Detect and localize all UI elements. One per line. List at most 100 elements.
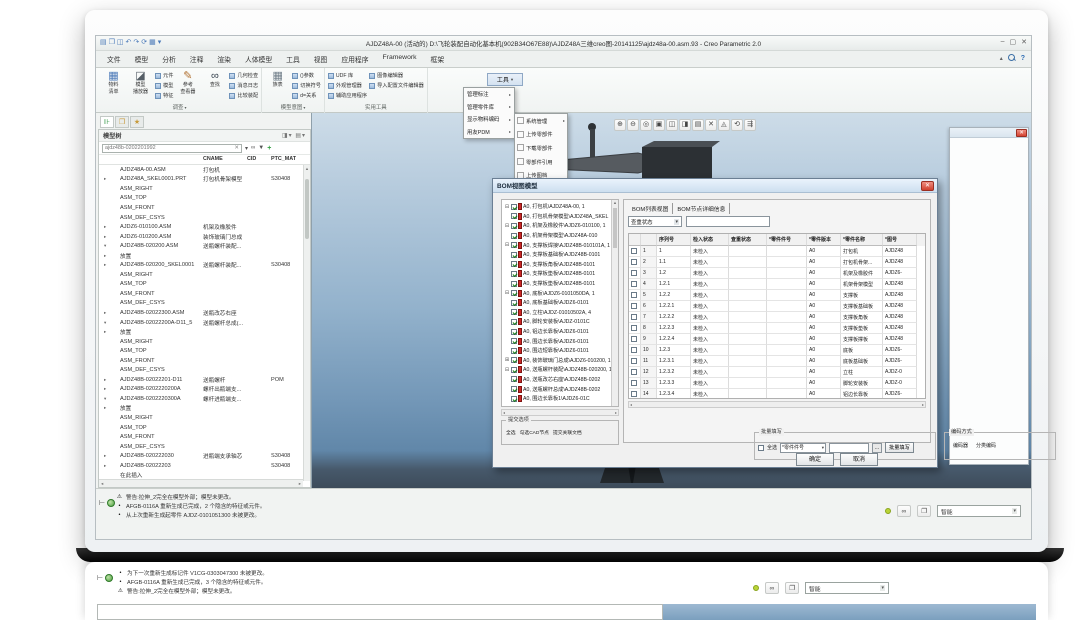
ribbon-tab[interactable]: 模型 bbox=[128, 52, 156, 67]
row-checkbox[interactable] bbox=[631, 347, 637, 353]
ribbon-item[interactable]: 外观管理器 bbox=[328, 81, 367, 90]
bom-table-row[interactable]: 13 1.2.3.3 未检入 A0 脚轮安装板 AJDZ-0 bbox=[629, 378, 925, 389]
ribbon-item[interactable]: d=关系 bbox=[292, 91, 321, 100]
batch-field-select[interactable]: *零件件号 bbox=[780, 443, 826, 453]
bom-tree-row[interactable]: A0, 围边长靠板\AJDZ6-0101 bbox=[503, 336, 611, 346]
bom-tree-row[interactable]: A0, 支撑板垫板\AJDZ48B-0101 bbox=[503, 279, 611, 289]
bom-tree-row[interactable]: ⊟ A0, 支撑板焊接\AJDZ48B-010101A, 1 bbox=[503, 240, 611, 250]
node-checkbox[interactable] bbox=[511, 290, 517, 296]
expand-icon[interactable]: ⊟ bbox=[504, 223, 510, 229]
graphics-tool-icon[interactable]: ⟲ bbox=[731, 119, 743, 131]
node-checkbox[interactable] bbox=[511, 281, 517, 287]
add-column-icon[interactable]: + bbox=[267, 145, 271, 152]
bom-tree-row[interactable]: A0, 送瓶改芯右座\AJDZ48B-0202 bbox=[503, 375, 611, 385]
expand-icon[interactable]: ⊟ bbox=[504, 367, 510, 373]
node-checkbox[interactable] bbox=[511, 300, 517, 306]
node-checkbox[interactable] bbox=[511, 223, 517, 229]
ribbon-item[interactable]: 几何检查 bbox=[229, 71, 258, 80]
row-checkbox[interactable] bbox=[631, 314, 637, 320]
command-search-icon[interactable] bbox=[1008, 54, 1016, 62]
node-checkbox[interactable] bbox=[511, 204, 517, 210]
close-icon[interactable]: ✕ bbox=[1021, 38, 1027, 46]
model-tree-tab-icon[interactable]: ⊪ bbox=[100, 116, 114, 128]
tree-row[interactable]: ▸ AJDZ6-010100.ASM 机架及橡胶件 bbox=[99, 222, 303, 232]
tree-row[interactable]: ▸ 放置 bbox=[99, 251, 303, 261]
help-icon[interactable]: ? bbox=[1021, 55, 1025, 62]
node-checkbox[interactable] bbox=[511, 309, 517, 315]
graphics-tool-icon[interactable]: ◎ bbox=[640, 119, 652, 131]
menu-item[interactable]: 管理标注 ▸ bbox=[464, 88, 514, 101]
bom-table-row[interactable]: 6 1.2.2.1 未检入 A0 支撑板基础板 AJDZ48 bbox=[629, 301, 925, 312]
menu-item[interactable]: 用友PDM ▸ bbox=[464, 126, 514, 139]
menu-item[interactable]: 显示物料编码 ▸ bbox=[464, 113, 514, 126]
ribbon-tab[interactable]: 框架 bbox=[424, 52, 452, 67]
row-checkbox[interactable] bbox=[631, 303, 637, 309]
bom-tree-hscrollbar[interactable]: ◂▸ bbox=[501, 409, 619, 416]
ribbon-tab[interactable]: 渲染 bbox=[210, 52, 238, 67]
message-input-strip[interactable] bbox=[97, 604, 663, 620]
bom-table-row[interactable]: 1 1 未检入 A0 打包机 AJDZ48 bbox=[629, 246, 925, 257]
graphics-tool-icon[interactable]: ◨ bbox=[679, 119, 691, 131]
graphics-tool-icon[interactable]: ◬ bbox=[718, 119, 730, 131]
row-checkbox[interactable] bbox=[631, 391, 637, 397]
tree-row[interactable]: ASM_FRONT bbox=[99, 203, 303, 213]
tree-row[interactable]: ▸ 放置 bbox=[99, 404, 303, 414]
expand-icon[interactable]: ▸ bbox=[104, 234, 109, 240]
node-checkbox[interactable] bbox=[511, 357, 517, 363]
ribbon-tab[interactable]: 应用程序 bbox=[334, 52, 375, 67]
expand-icon[interactable]: ▸ bbox=[104, 329, 109, 335]
tree-row[interactable]: ASM_FRONT bbox=[99, 356, 303, 366]
dialog-close-icon[interactable]: ✕ bbox=[921, 181, 934, 191]
tree-row[interactable]: ▸ AJDZ48A_SKEL0001.PRT 打包机骨架模型 S30408 bbox=[99, 175, 303, 185]
node-checkbox[interactable] bbox=[511, 213, 517, 219]
node-checkbox[interactable] bbox=[511, 261, 517, 267]
node-checkbox[interactable] bbox=[511, 329, 517, 335]
tree-row[interactable]: ASM_FRONT bbox=[99, 432, 303, 442]
tree-vertical-scrollbar[interactable]: ▲ bbox=[303, 165, 310, 481]
bom-tree-row[interactable]: A0, 打包机骨架模型\AJDZ48A_SKEL bbox=[503, 212, 611, 222]
dialog-titlebar[interactable]: BOM视图模型 ✕ bbox=[493, 179, 937, 193]
ribbon-item[interactable]: 辅助应用程序 bbox=[328, 91, 367, 100]
col-part-name[interactable]: *零件名称 bbox=[841, 234, 883, 246]
batch-fill-button[interactable]: 批量填写 bbox=[885, 442, 914, 453]
tree-row[interactable]: ASM_RIGHT bbox=[99, 413, 303, 423]
tree-row[interactable]: ▾ AJDZ48B-020200.ASM 送瓶螺杆装配... bbox=[99, 241, 303, 251]
ribbon-item[interactable]: 特征 bbox=[155, 91, 173, 100]
tree-settings-icons[interactable]: ◨▾ ▤▾ bbox=[282, 132, 306, 139]
ribbon-tab[interactable]: Framework bbox=[376, 52, 424, 67]
maximize-icon[interactable]: ▢ bbox=[1010, 38, 1017, 46]
node-checkbox[interactable] bbox=[511, 386, 517, 392]
ribbon-item[interactable]: 元件 bbox=[155, 71, 173, 80]
tree-row[interactable]: ASM_DEF_CSYS bbox=[99, 213, 303, 223]
batch-browse-button[interactable]: ... bbox=[872, 443, 882, 453]
expand-icon[interactable]: ▸ bbox=[104, 386, 109, 392]
tree-row[interactable]: ▾ AJDZ48B-0202220300A 螺杆进瓶端支... bbox=[99, 394, 303, 404]
bom-tree-row[interactable]: A0, 机架骨架模型\AJDZ48A-010 bbox=[503, 231, 611, 241]
menu-item[interactable]: 管理零件库 ▸ bbox=[464, 101, 514, 114]
filter-icon[interactable]: ▼ bbox=[258, 145, 264, 151]
tree-row[interactable]: ASM_DEF_CSYS bbox=[99, 299, 303, 309]
tree-row[interactable]: ASM_TOP bbox=[99, 280, 303, 290]
bom-tree-row[interactable]: ⊟ A0, 送瓶螺杆装配\AJDZ48B-020200, 1 bbox=[503, 365, 611, 375]
expand-icon[interactable]: ▸ bbox=[104, 463, 109, 469]
ribbon-item[interactable]: UDF 库 bbox=[328, 71, 367, 80]
tree-row[interactable]: ▸ AJDZ48B-02022203 S30408 bbox=[99, 461, 303, 471]
bom-tree-row[interactable]: A0, 送瓶螺杆总成\AJDZ48B-0202 bbox=[503, 384, 611, 394]
expand-icon[interactable]: ▾ bbox=[104, 396, 109, 402]
row-checkbox[interactable] bbox=[631, 292, 637, 298]
tree-row[interactable]: ▸ AJDZ48B-0202220200A 螺杆出瓶端支... bbox=[99, 385, 303, 395]
ribbon-item[interactable]: 切换符号 bbox=[292, 81, 321, 90]
ribbon-item[interactable]: 比较装配 bbox=[229, 91, 258, 100]
favorites-tab-icon[interactable]: ★ bbox=[130, 116, 144, 128]
tree-row[interactable]: ASM_RIGHT bbox=[99, 184, 303, 194]
bom-table-row[interactable]: 4 1.2.1 未检入 A0 机架骨架模型 AJDZ48 bbox=[629, 279, 925, 290]
tree-row[interactable]: ▸ AJDZ48B-02022300.ASM 送瓶改芯右座 bbox=[99, 308, 303, 318]
select-box-icon[interactable]: ❐ bbox=[785, 582, 799, 594]
group-label-investigate[interactable]: 调查 bbox=[98, 103, 261, 113]
expand-icon[interactable]: ⊟ bbox=[504, 204, 510, 210]
bom-tree-row[interactable]: ⊞ A0, 装饰玻璃门总成\AJDZ6-010200, 1 bbox=[503, 356, 611, 366]
bom-table-row[interactable]: 12 1.2.3.2 未检入 A0 立柱 AJDZ-0 bbox=[629, 367, 925, 378]
expand-icon[interactable]: ⊟ bbox=[504, 242, 510, 248]
expand-icon[interactable]: ▾ bbox=[104, 320, 109, 326]
tree-row[interactable]: ▸ AJDZ6-010200.ASM 装饰玻璃门总成 bbox=[99, 232, 303, 242]
